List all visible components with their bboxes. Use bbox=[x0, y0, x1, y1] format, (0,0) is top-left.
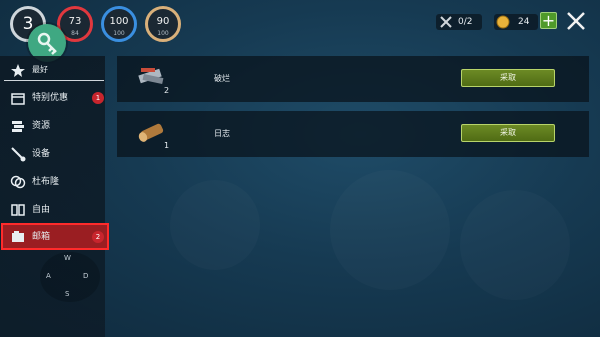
mailbox-icon bbox=[12, 231, 24, 242]
background-decoration bbox=[330, 170, 450, 290]
food-max: 100 bbox=[157, 30, 169, 37]
sidebar-item-label: 资源 bbox=[32, 121, 51, 131]
collect-button[interactable]: 采取 bbox=[461, 69, 555, 87]
sidebar-item-doubloons[interactable]: 杜布隆 bbox=[0, 168, 105, 196]
coins-icon bbox=[10, 175, 26, 189]
tools-icon bbox=[440, 16, 452, 28]
water-max: 100 bbox=[113, 30, 125, 37]
tools-count: 0/2 bbox=[458, 17, 473, 27]
sidebar-item-label: 自由 bbox=[32, 205, 51, 215]
food-stat: 90 100 bbox=[145, 6, 181, 42]
close-button[interactable] bbox=[564, 9, 588, 33]
notification-badge: 2 bbox=[92, 231, 104, 243]
item-name: 破烂 bbox=[214, 74, 230, 83]
item-count: 2 bbox=[164, 86, 170, 95]
box-icon bbox=[11, 93, 25, 105]
collect-button[interactable]: 采取 bbox=[461, 124, 555, 142]
sidebar-divider bbox=[4, 80, 104, 81]
sidebar-item-label: 特别优惠 bbox=[32, 93, 69, 103]
sidebar-item-label: 杜布隆 bbox=[32, 177, 60, 187]
dpad-d[interactable]: D bbox=[83, 272, 88, 280]
list-item: 2 破烂 采取 bbox=[117, 56, 589, 102]
sidebar-item-mailbox[interactable]: 邮箱 2 bbox=[0, 223, 105, 251]
add-coins-button[interactable]: + bbox=[540, 12, 557, 29]
sidebar-item-equipment[interactable]: 设备 bbox=[0, 140, 105, 168]
tools-counter: 0/2 bbox=[436, 14, 482, 30]
plus-icon: + bbox=[541, 11, 556, 30]
coin-count: 24 bbox=[518, 17, 530, 27]
dpad-s[interactable]: S bbox=[65, 290, 69, 298]
coin-icon bbox=[496, 15, 510, 29]
freedom-icon bbox=[11, 204, 25, 216]
item-count: 1 bbox=[164, 141, 170, 150]
background-decoration bbox=[170, 180, 260, 270]
sidebar-item-special-offers[interactable]: 特别优惠 1 bbox=[0, 84, 105, 112]
water-stat: 100 100 bbox=[101, 6, 137, 42]
dpad-w[interactable]: W bbox=[64, 254, 71, 262]
sidebar-item-label: 邮箱 bbox=[32, 232, 51, 242]
list-item: 1 日志 采取 bbox=[117, 111, 589, 157]
movement-dpad[interactable]: W A D S bbox=[40, 252, 100, 302]
sidebar-item-label: 设备 bbox=[32, 149, 51, 159]
resources-icon bbox=[12, 121, 24, 132]
sidebar-item-freedom[interactable]: 自由 bbox=[0, 196, 105, 224]
equipment-icon bbox=[11, 147, 26, 162]
sidebar-item-resources[interactable]: 资源 bbox=[0, 112, 105, 140]
star-icon bbox=[11, 64, 25, 77]
coin-counter: 24 bbox=[494, 14, 538, 30]
water-value: 100 bbox=[109, 16, 129, 27]
notification-badge: 1 bbox=[92, 92, 104, 104]
item-name: 日志 bbox=[214, 129, 230, 138]
close-icon bbox=[567, 12, 585, 30]
food-value: 90 bbox=[156, 16, 170, 27]
background-decoration bbox=[460, 190, 570, 300]
dpad-a[interactable]: A bbox=[46, 272, 51, 280]
